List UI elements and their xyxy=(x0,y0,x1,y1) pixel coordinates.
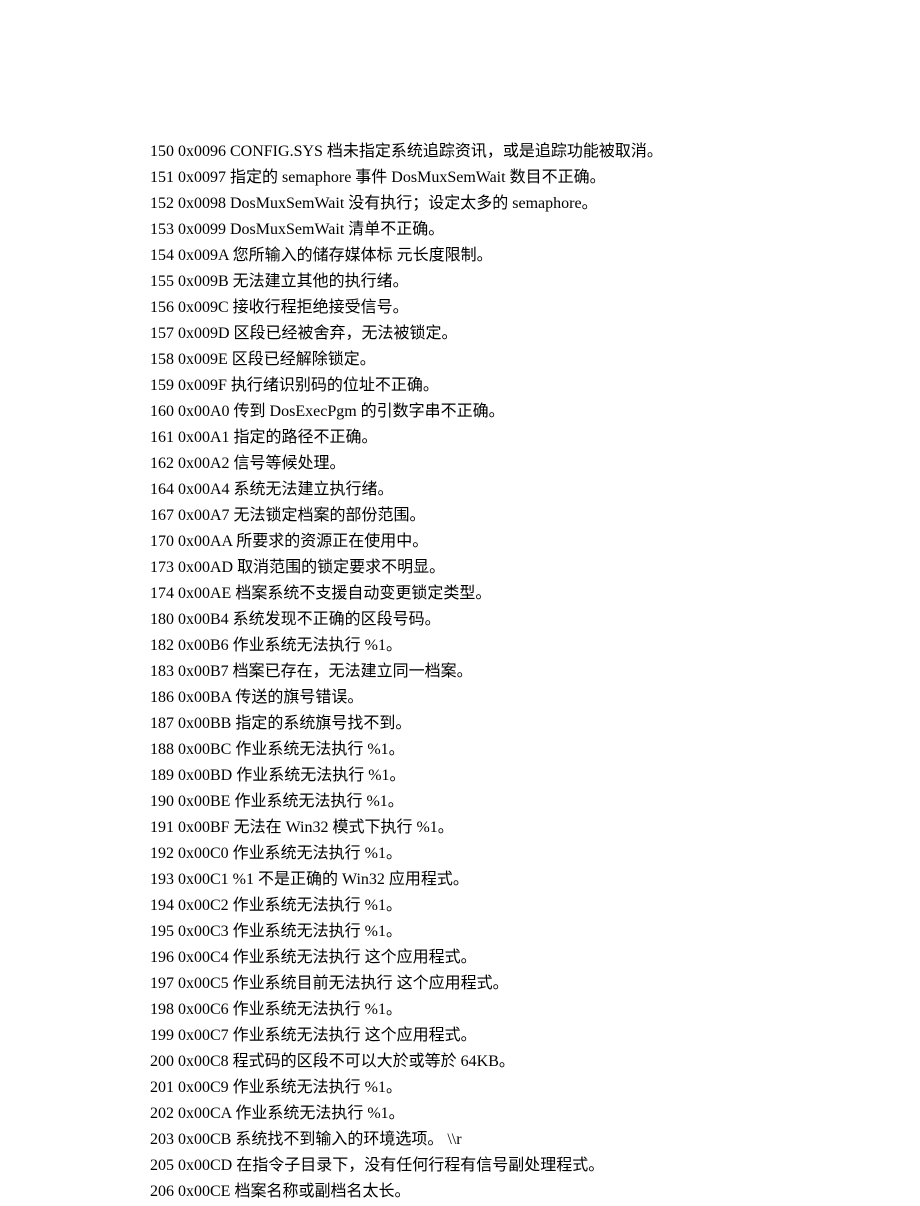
error-code-line: 192 0x00C0 作业系统无法执行 %1。 xyxy=(150,842,920,866)
error-code-line: 191 0x00BF 无法在 Win32 模式下执行 %1。 xyxy=(150,816,920,840)
error-code-line: 162 0x00A2 信号等候处理。 xyxy=(150,452,920,476)
error-code-line: 198 0x00C6 作业系统无法执行 %1。 xyxy=(150,998,920,1022)
error-code-line: 188 0x00BC 作业系统无法执行 %1。 xyxy=(150,738,920,762)
error-code-line: 199 0x00C7 作业系统无法执行 这个应用程式。 xyxy=(150,1024,920,1048)
error-code-line: 158 0x009E 区段已经解除锁定。 xyxy=(150,348,920,372)
error-code-line: 157 0x009D 区段已经被舍弃，无法被锁定。 xyxy=(150,322,920,346)
error-code-line: 161 0x00A1 指定的路径不正确。 xyxy=(150,426,920,450)
error-code-line: 164 0x00A4 系统无法建立执行绪。 xyxy=(150,478,920,502)
error-code-line: 186 0x00BA 传送的旗号错误。 xyxy=(150,686,920,710)
error-code-line: 183 0x00B7 档案已存在，无法建立同一档案。 xyxy=(150,660,920,684)
error-code-line: 159 0x009F 执行绪识别码的位址不正确。 xyxy=(150,374,920,398)
error-code-line: 152 0x0098 DosMuxSemWait 没有执行；设定太多的 sema… xyxy=(150,192,920,216)
error-code-line: 160 0x00A0 传到 DosExecPgm 的引数字串不正确。 xyxy=(150,400,920,424)
error-code-line: 174 0x00AE 档案系统不支援自动变更锁定类型。 xyxy=(150,582,920,606)
error-code-line: 197 0x00C5 作业系统目前无法执行 这个应用程式。 xyxy=(150,972,920,996)
error-code-line: 196 0x00C4 作业系统无法执行 这个应用程式。 xyxy=(150,946,920,970)
error-code-line: 202 0x00CA 作业系统无法执行 %1。 xyxy=(150,1102,920,1126)
error-code-line: 187 0x00BB 指定的系统旗号找不到。 xyxy=(150,712,920,736)
error-code-line: 180 0x00B4 系统发现不正确的区段号码。 xyxy=(150,608,920,632)
error-code-line: 167 0x00A7 无法锁定档案的部份范围。 xyxy=(150,504,920,528)
error-code-line: 190 0x00BE 作业系统无法执行 %1。 xyxy=(150,790,920,814)
error-code-line: 203 0x00CB 系统找不到输入的环境选项。 \\r xyxy=(150,1128,920,1152)
error-code-line: 153 0x0099 DosMuxSemWait 清单不正确。 xyxy=(150,218,920,242)
error-code-line: 201 0x00C9 作业系统无法执行 %1。 xyxy=(150,1076,920,1100)
error-code-line: 206 0x00CE 档案名称或副档名太长。 xyxy=(150,1180,920,1204)
error-code-line: 189 0x00BD 作业系统无法执行 %1。 xyxy=(150,764,920,788)
error-code-line: 154 0x009A 您所输入的储存媒体标 元长度限制。 xyxy=(150,244,920,268)
error-code-line: 170 0x00AA 所要求的资源正在使用中。 xyxy=(150,530,920,554)
error-code-line: 205 0x00CD 在指令子目录下，没有任何行程有信号副处理程式。 xyxy=(150,1154,920,1178)
error-code-line: 182 0x00B6 作业系统无法执行 %1。 xyxy=(150,634,920,658)
error-code-line: 151 0x0097 指定的 semaphore 事件 DosMuxSemWai… xyxy=(150,166,920,190)
error-code-line: 156 0x009C 接收行程拒绝接受信号。 xyxy=(150,296,920,320)
error-code-line: 193 0x00C1 %1 不是正确的 Win32 应用程式。 xyxy=(150,868,920,892)
error-code-line: 150 0x0096 CONFIG.SYS 档未指定系统追踪资讯，或是追踪功能被… xyxy=(150,140,920,164)
error-code-line: 173 0x00AD 取消范围的锁定要求不明显。 xyxy=(150,556,920,580)
error-code-list: 150 0x0096 CONFIG.SYS 档未指定系统追踪资讯，或是追踪功能被… xyxy=(150,140,920,1204)
error-code-line: 200 0x00C8 程式码的区段不可以大於或等於 64KB。 xyxy=(150,1050,920,1074)
error-code-line: 194 0x00C2 作业系统无法执行 %1。 xyxy=(150,894,920,918)
error-code-line: 195 0x00C3 作业系统无法执行 %1。 xyxy=(150,920,920,944)
error-code-line: 155 0x009B 无法建立其他的执行绪。 xyxy=(150,270,920,294)
